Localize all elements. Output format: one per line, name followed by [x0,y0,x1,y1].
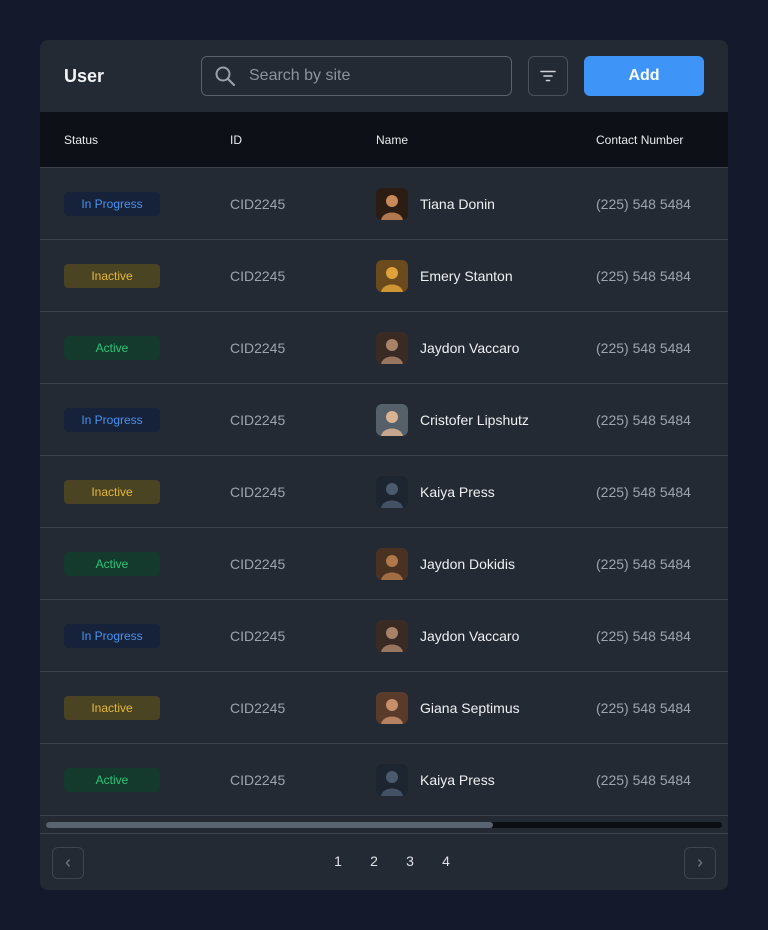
column-header-contact[interactable]: Contact Number [596,133,683,147]
toolbar: User Add [40,40,728,112]
search-icon [215,66,236,87]
scrollbar-thumb[interactable] [46,822,493,828]
avatar [376,259,408,292]
page-number[interactable]: 1 [320,853,356,869]
table-row[interactable]: In Progress CID2245 Jaydon Vaccaro (225) 54… [40,600,728,672]
column-header-name[interactable]: Name [376,133,408,147]
user-name: Cristofer Lipshutz [420,411,529,428]
status-cell: Active [64,335,160,360]
column-header-status[interactable]: Status [64,133,98,147]
name-cell: Cristofer Lipshutz [376,403,529,436]
id-cell: CID2245 [230,267,286,284]
status-cell: Active [64,767,160,792]
name-cell: Emery Stanton [376,259,513,292]
status-cell: Active [64,551,160,576]
name-cell: Kaiya Press [376,763,495,796]
contact-cell: (225) 548 5484 [596,411,691,428]
name-cell: Jaydon Dokidis [376,547,515,580]
status-badge: Inactive [64,479,160,504]
status-badge: Active [64,767,160,792]
id-cell: CID2245 [230,411,286,428]
id-cell: CID2245 [230,483,286,500]
page-number[interactable]: 2 [356,853,392,869]
contact-cell: (225) 548 5484 [596,771,691,788]
id-cell: CID2245 [230,195,286,212]
status-cell: In Progress [64,623,160,648]
table-row[interactable]: In Progress CID2245 Cristofer Lipshutz (225… [40,384,728,456]
table-row[interactable]: Active CID2245 Jaydon Vaccaro (225) 548 548… [40,312,728,384]
avatar [376,403,408,436]
contact-cell: (225) 548 5484 [596,627,691,644]
avatar [376,331,408,364]
page-title: User [64,65,105,86]
table-row[interactable]: Active CID2245 Kaiya Press (225) 548 5484 [40,744,728,816]
prev-page-button[interactable] [52,847,84,879]
user-name: Emery Stanton [420,267,513,284]
table-row[interactable]: Inactive CID2245 Emery Stanton (225) 548 54… [40,240,728,312]
filter-icon [540,70,556,82]
status-badge: Inactive [64,695,160,720]
avatar [376,763,408,796]
user-name: Kaiya Press [420,483,495,500]
table-header: Status ID Name Contact Number [40,112,728,168]
pagination: 1234 [40,833,728,890]
id-cell: CID2245 [230,555,286,572]
users-card: User Add Status ID Name Contact Number I… [40,40,728,890]
status-cell: Inactive [64,695,160,720]
search-box[interactable] [201,56,512,96]
filter-button[interactable] [528,56,568,96]
contact-cell: (225) 548 5484 [596,339,691,356]
user-name: Tiana Donin [420,195,495,212]
table-row[interactable]: In Progress CID2245 Tiana Donin (225) 548 5… [40,168,728,240]
next-page-button[interactable] [684,847,716,879]
status-cell: In Progress [64,407,160,432]
table-row[interactable]: Inactive CID2245 Kaiya Press (225) 548 5484 [40,456,728,528]
avatar [376,187,408,220]
name-cell: Giana Septimus [376,691,520,724]
status-badge: Active [64,551,160,576]
status-badge: Inactive [64,263,160,288]
chevron-left-icon [65,859,71,867]
chevron-right-icon [697,859,703,867]
id-cell: CID2245 [230,339,286,356]
avatar [376,619,408,652]
table-row[interactable]: Active CID2245 Jaydon Dokidis (225) 548 548… [40,528,728,600]
status-badge: In Progress [64,623,160,648]
avatar [376,475,408,508]
contact-cell: (225) 548 5484 [596,483,691,500]
page-numbers: 1234 [320,853,464,869]
page-number[interactable]: 3 [392,853,428,869]
id-cell: CID2245 [230,771,286,788]
status-cell: In Progress [64,191,160,216]
avatar [376,691,408,724]
name-cell: Tiana Donin [376,187,495,220]
page-number[interactable]: 4 [428,853,464,869]
name-cell: Kaiya Press [376,475,495,508]
contact-cell: (225) 548 5484 [596,195,691,212]
status-cell: Inactive [64,263,160,288]
name-cell: Jaydon Vaccaro [376,331,520,364]
status-badge: Active [64,335,160,360]
table-body: In Progress CID2245 Tiana Donin (225) 548 5… [40,168,728,816]
contact-cell: (225) 548 5484 [596,555,691,572]
avatar [376,547,408,580]
user-name: Jaydon Vaccaro [420,339,520,356]
user-name: Jaydon Dokidis [420,555,515,572]
id-cell: CID2245 [230,627,286,644]
user-name: Jaydon Vaccaro [420,627,520,644]
column-header-id[interactable]: ID [230,133,242,147]
search-input[interactable] [249,67,489,85]
status-badge: In Progress [64,407,160,432]
id-cell: CID2245 [230,699,286,716]
user-name: Giana Septimus [420,699,520,716]
table-row[interactable]: Inactive CID2245 Giana Septimus (225) 548 5… [40,672,728,744]
status-cell: Inactive [64,479,160,504]
horizontal-scrollbar[interactable] [46,822,722,828]
add-button[interactable]: Add [584,56,704,96]
contact-cell: (225) 548 5484 [596,267,691,284]
name-cell: Jaydon Vaccaro [376,619,520,652]
user-name: Kaiya Press [420,771,495,788]
status-badge: In Progress [64,191,160,216]
contact-cell: (225) 548 5484 [596,699,691,716]
